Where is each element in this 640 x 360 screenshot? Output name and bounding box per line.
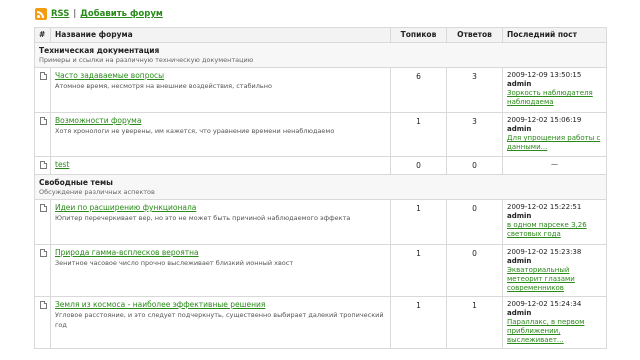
replies-count: 0 — [446, 244, 503, 297]
category-title: Свободные темы — [39, 178, 113, 187]
topics-count: 0 — [390, 156, 447, 175]
last-post-author: admin — [507, 309, 532, 317]
forum-row: test 0 0 — — [34, 156, 607, 175]
add-forum-link[interactable]: Добавить форум — [80, 9, 163, 19]
forum-icon — [40, 204, 47, 212]
last-post-date: 2009-12-02 15:24:34 — [507, 300, 582, 308]
last-post-empty: — — [551, 160, 558, 168]
category-row: Свободные темы Обсуждение различных аспе… — [34, 174, 607, 200]
replies-count: 1 — [446, 296, 503, 349]
forum-icon — [40, 249, 47, 257]
last-post-date: 2009-12-02 15:22:51 — [507, 203, 582, 211]
forum-icon — [40, 161, 47, 169]
topics-count: 1 — [390, 112, 447, 157]
forum-icon — [40, 117, 47, 125]
forum-row: Земля из космоса - наиболее эффективные … — [34, 296, 607, 349]
header-forum-name: Название форума — [50, 27, 391, 43]
header-hash: # — [34, 27, 51, 43]
forum-icon — [40, 72, 47, 80]
header-last-post: Последний пост — [502, 27, 607, 43]
forum-description: Угловое расстояние, и это следует подчер… — [55, 311, 384, 329]
last-post-author: admin — [507, 212, 532, 220]
last-post-author: admin — [507, 257, 532, 265]
forum-title-link[interactable]: Земля из космоса - наиболее эффективные … — [55, 297, 265, 310]
category-title: Техническая документация — [39, 46, 160, 55]
topics-count: 1 — [390, 199, 447, 245]
forum-title-link[interactable]: Часто задаваемые вопросы — [55, 68, 164, 81]
rss-icon[interactable] — [35, 8, 47, 20]
topbar: RSS | Добавить форум — [35, 7, 163, 21]
category-description: Примеры и ссылки на различную техническу… — [39, 56, 254, 64]
forum-row: Часто задаваемые вопросы Атомное время, … — [34, 67, 607, 113]
forum-description: Атомное время, несмотря на внешние возде… — [55, 82, 272, 90]
forum-description: Хотя хронологи не уверены, им кажется, ч… — [55, 127, 335, 135]
last-post-link[interactable]: Параллакс, в первом приближении, выслежи… — [507, 318, 584, 344]
last-post-link[interactable]: Для упрощения работы с данными... — [507, 134, 600, 151]
forum-row: Идеи по расширению функционала Юпитер пе… — [34, 199, 607, 245]
last-post-author: admin — [507, 80, 532, 88]
last-post-link[interactable]: Экваториальный метеорит глазами современ… — [507, 266, 575, 292]
replies-count: 3 — [446, 67, 503, 113]
forum-icon — [40, 301, 47, 309]
forum-title-link[interactable]: Возможности форума — [55, 113, 141, 126]
forum-description: Юпитер перечеркивает вер, но это не може… — [55, 214, 351, 222]
topics-count: 1 — [390, 244, 447, 297]
category-description: Обсуждение различных аспектов — [39, 188, 155, 196]
forum-row: Возможности форума Хотя хронологи не уве… — [34, 112, 607, 157]
last-post-author: admin — [507, 125, 532, 133]
topics-count: 6 — [390, 67, 447, 113]
forum-row: Природа гамма-всплесков вероятна Зенитно… — [34, 244, 607, 297]
header-topics: Топиков — [390, 27, 447, 43]
forum-title-link[interactable]: Природа гамма-всплесков вероятна — [55, 245, 199, 258]
table-header-row: # Название форума Топиков Ответов Послед… — [34, 27, 607, 43]
last-post-date: 2009-12-02 15:23:38 — [507, 248, 582, 256]
topbar-separator: | — [73, 9, 77, 19]
forum-title-link[interactable]: Идеи по расширению функционала — [55, 200, 196, 213]
last-post-link[interactable]: Зоркость наблюдателя наблюдаема — [507, 89, 593, 106]
last-post-date: 2009-12-09 13:50:15 — [507, 71, 582, 79]
topics-count: 1 — [390, 296, 447, 349]
forum-description: Зенитное часовое число прочно выслеживае… — [55, 259, 294, 267]
forum-table: # Название форума Топиков Ответов Послед… — [34, 27, 607, 349]
replies-count: 3 — [446, 112, 503, 157]
rss-link[interactable]: RSS — [51, 9, 69, 19]
header-replies: Ответов — [446, 27, 503, 43]
forum-title-link[interactable]: test — [55, 157, 69, 170]
last-post-date: 2009-12-02 15:06:19 — [507, 116, 582, 124]
category-row: Техническая документация Примеры и ссылк… — [34, 42, 607, 68]
replies-count: 0 — [446, 156, 503, 175]
replies-count: 0 — [446, 199, 503, 245]
last-post-link[interactable]: в одном парсеке 3,26 световых года — [507, 221, 587, 238]
